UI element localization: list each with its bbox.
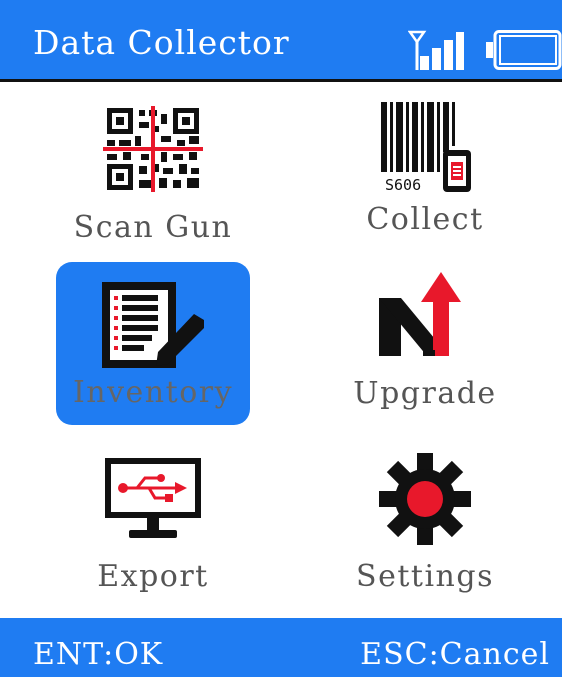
menu-item-label: Upgrade: [353, 376, 497, 411]
qr-code-scan-icon: [103, 106, 203, 192]
menu-item-upgrade[interactable]: Upgrade: [328, 262, 522, 425]
menu-item-inventory[interactable]: Inventory: [56, 262, 250, 425]
menu-item-export[interactable]: Export: [56, 434, 250, 597]
menu-item-label: Settings: [356, 559, 494, 594]
device-screen: Data Collector Scan Gun S606 Collect Inv…: [0, 0, 562, 677]
usb-monitor-icon: [105, 458, 201, 538]
inventory-list-icon: [102, 282, 204, 368]
main-menu-grid: Scan Gun S606 Collect Inventory Upgrade …: [0, 82, 562, 618]
menu-item-label: Export: [97, 559, 209, 594]
signal-strength-icon: [408, 30, 464, 70]
header-bar: Data Collector: [0, 0, 562, 82]
menu-item-label: Inventory: [72, 375, 234, 410]
menu-item-label: Collect: [366, 202, 484, 237]
cancel-softkey[interactable]: ESC:Cancel: [360, 640, 550, 670]
menu-item-settings[interactable]: Settings: [328, 434, 522, 597]
menu-item-label: Scan Gun: [73, 210, 233, 245]
ok-softkey[interactable]: ENT:OK: [33, 640, 163, 670]
gear-icon: [379, 453, 471, 545]
app-title: Data Collector: [33, 23, 290, 62]
footer-bar: ENT:OK ESC:Cancel: [0, 618, 562, 677]
collect-icon-model-text: S606: [385, 176, 421, 194]
battery-icon: [486, 30, 562, 70]
menu-item-collect[interactable]: S606 Collect: [328, 92, 522, 255]
barcode-collector-icon: S606: [381, 102, 471, 194]
menu-item-scan-gun[interactable]: Scan Gun: [56, 92, 250, 255]
upgrade-arrow-icon: [379, 272, 461, 356]
